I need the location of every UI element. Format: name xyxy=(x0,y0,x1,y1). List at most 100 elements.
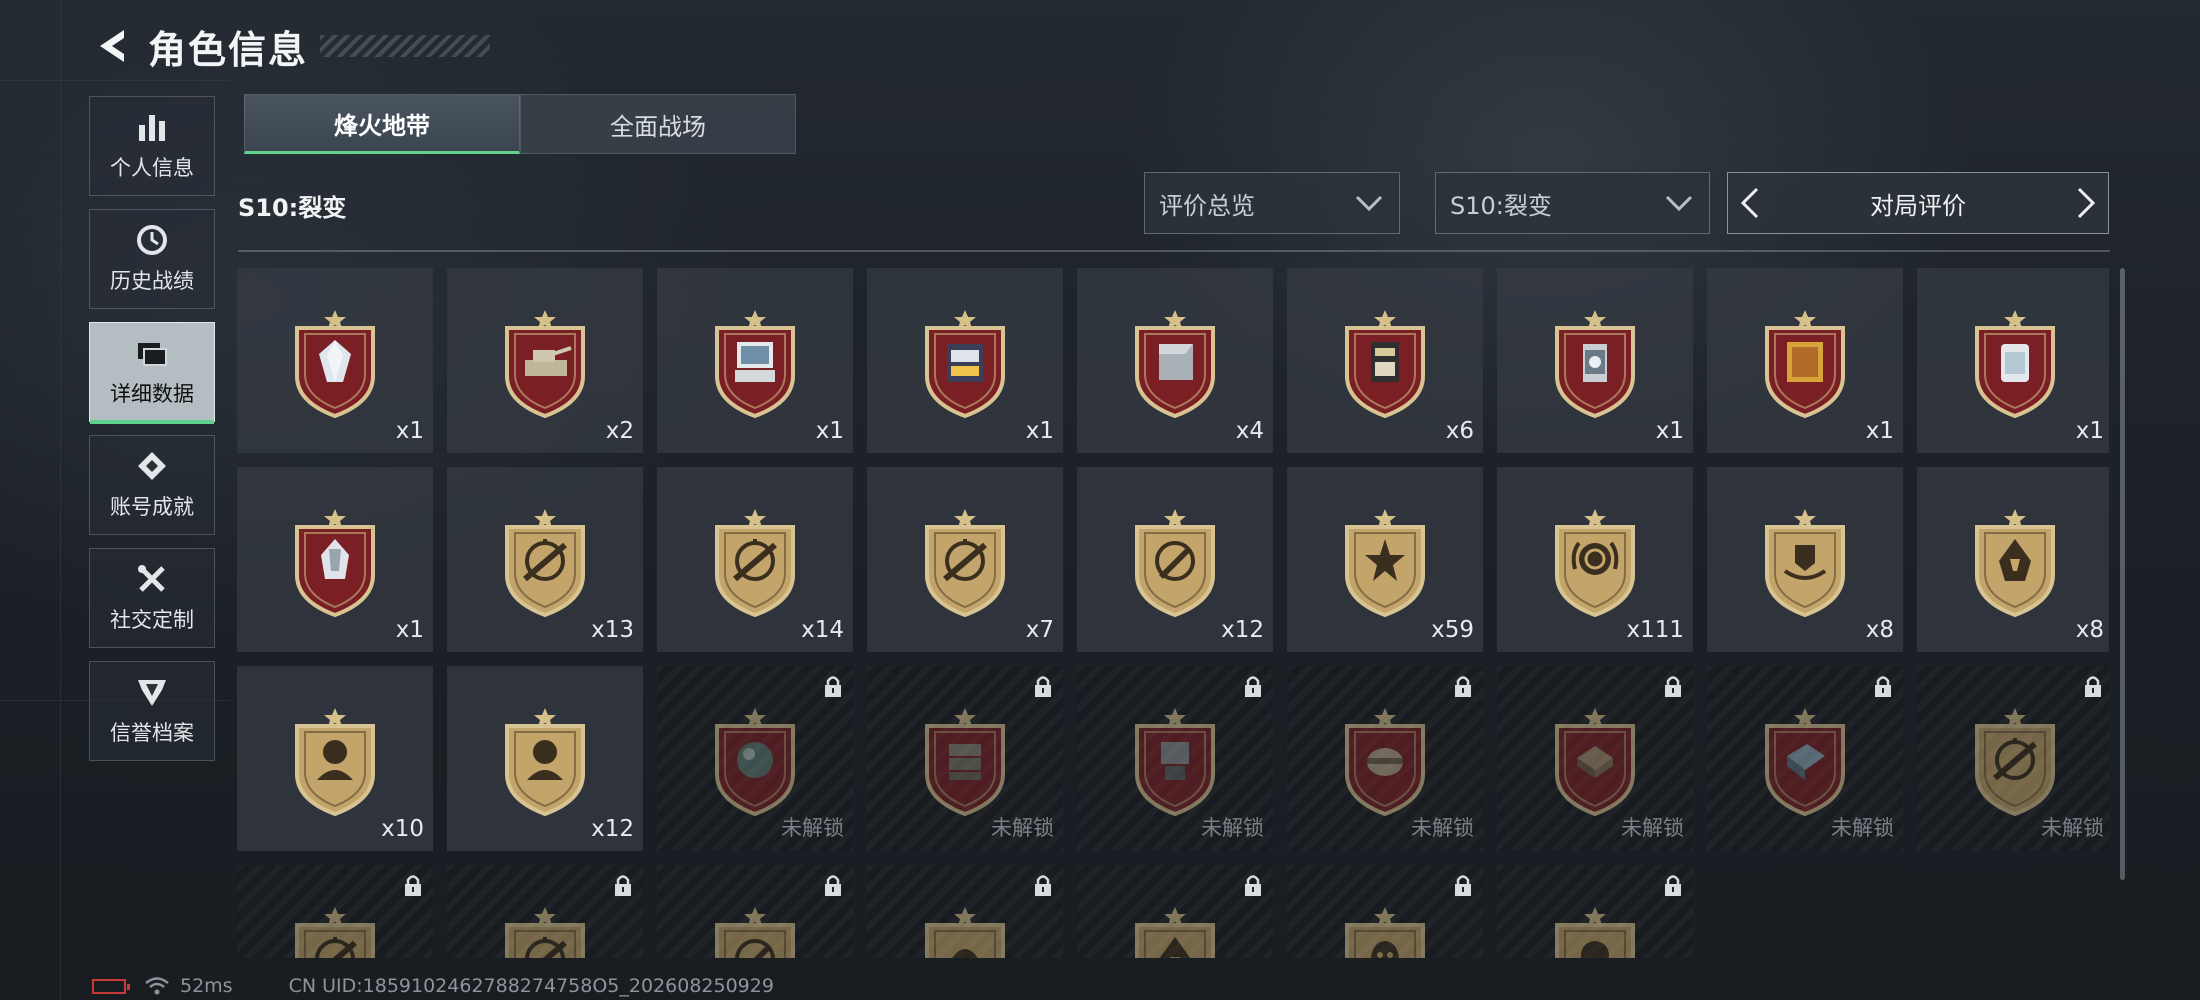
machine-badge-icon xyxy=(1135,708,1215,817)
case-badge-icon xyxy=(1345,708,1425,817)
prev-category-button[interactable] xyxy=(1728,173,1772,233)
star-burst-badge-icon xyxy=(1345,509,1425,618)
hood-badge-icon xyxy=(1975,509,2055,618)
season-dropdown[interactable]: S10:裂变 xyxy=(1435,172,1710,234)
crosshair-rifle-badge-icon xyxy=(715,509,795,618)
badge-cell[interactable]: x8 xyxy=(1707,467,1903,652)
badge-cell[interactable]: x10 xyxy=(237,666,433,851)
badge-cell[interactable]: x59 xyxy=(1287,467,1483,652)
badge-cell-locked[interactable]: 未解锁 xyxy=(867,666,1063,851)
badge-grid-scroll[interactable]: x1 x2 x1 x1 x4 x6 x1 x1 x1 x1 x13 x14 x7 x12 x59 x111 x8… xyxy=(237,268,2109,958)
helmet-badge-icon xyxy=(925,907,1005,958)
lock-icon xyxy=(1875,676,1891,697)
badge-cell-locked[interactable] xyxy=(447,865,643,958)
clock-icon xyxy=(135,223,169,257)
badge-cell-locked[interactable]: 未解锁 xyxy=(1917,666,2109,851)
sidebar-item-match-history[interactable]: 历史战绩 xyxy=(89,209,215,309)
badge-cell-locked[interactable] xyxy=(1287,865,1483,958)
badge-cell[interactable]: x14 xyxy=(657,467,853,652)
badge-cell[interactable]: x1 xyxy=(1497,268,1693,453)
chevron-right-icon xyxy=(2077,187,2096,219)
chessboard-badge-icon xyxy=(1555,708,1635,817)
sidebar-item-reputation[interactable]: 信誉档案 xyxy=(89,661,215,761)
sidebar-item-label: 社交定制 xyxy=(110,608,194,632)
badge-cell[interactable]: x4 xyxy=(1077,268,1273,453)
badge-cell[interactable]: x2 xyxy=(447,268,643,453)
badge-cell-locked[interactable] xyxy=(1497,865,1693,958)
locked-status: 未解锁 xyxy=(781,816,844,840)
badge-cell-locked[interactable] xyxy=(867,865,1063,958)
badge-cell[interactable]: x1 xyxy=(237,467,433,652)
badge-count: x7 xyxy=(1025,617,1054,643)
badge-count: x59 xyxy=(1431,617,1474,643)
crosshair-rifle-badge-icon xyxy=(295,907,375,958)
badge-cell[interactable]: x13 xyxy=(447,467,643,652)
lock-icon xyxy=(1665,875,1681,896)
badge-cell-locked[interactable]: 未解锁 xyxy=(1287,666,1483,851)
badge-count: x4 xyxy=(1235,418,1264,444)
skull-badge-icon xyxy=(1555,907,1635,958)
badge-cell[interactable]: x1 xyxy=(657,268,853,453)
lock-icon xyxy=(825,676,841,697)
crystal-badge-icon xyxy=(295,509,375,618)
badge-count: x6 xyxy=(1445,418,1474,444)
badge-cell[interactable]: x7 xyxy=(867,467,1063,652)
badge-cell-locked[interactable]: 未解锁 xyxy=(1077,666,1273,851)
badge-cell[interactable]: x8 xyxy=(1917,467,2109,652)
badge-cell-locked[interactable] xyxy=(657,865,853,958)
soldier-badge-icon xyxy=(295,708,375,817)
shield-emblem-icon xyxy=(135,675,169,709)
locked-status: 未解锁 xyxy=(1411,816,1474,840)
badge-cell[interactable]: x1 xyxy=(1917,268,2109,453)
orb-badge-icon xyxy=(715,708,795,817)
computer-badge-icon xyxy=(715,310,795,419)
crosshair-knife-badge-icon xyxy=(1135,509,1215,618)
tablet-badge-icon xyxy=(925,310,1005,419)
badge-cell-locked[interactable]: 未解锁 xyxy=(1707,666,1903,851)
bar-chart-icon xyxy=(135,110,169,144)
sidebar-item-social-custom[interactable]: 社交定制 xyxy=(89,548,215,648)
achievement-icon xyxy=(135,449,169,483)
plate-badge-icon xyxy=(1135,310,1215,419)
badge-cell-locked[interactable]: 未解锁 xyxy=(1497,666,1693,851)
badge-count: x1 xyxy=(395,617,424,643)
rating-filter-dropdown[interactable]: 评价总览 xyxy=(1144,172,1400,234)
badge-cell[interactable]: x12 xyxy=(1077,467,1273,652)
tab-hazard-zone[interactable]: 烽火地带 xyxy=(244,94,520,154)
category-label: 对局评价 xyxy=(1870,191,1966,220)
lock-icon xyxy=(825,875,841,896)
divider xyxy=(238,250,2110,252)
locked-status: 未解锁 xyxy=(991,816,1054,840)
back-button[interactable] xyxy=(90,24,134,68)
sidebar-item-personal-info[interactable]: 个人信息 xyxy=(89,96,215,196)
badge-count: x10 xyxy=(381,816,424,842)
sidebar-item-achievements[interactable]: 账号成就 xyxy=(89,435,215,535)
badge-cell-locked[interactable] xyxy=(1077,865,1273,958)
tab-full-battlefield[interactable]: 全面战场 xyxy=(520,94,796,154)
badge-count: x1 xyxy=(2075,418,2104,444)
sidebar-item-detailed-data[interactable]: 详细数据 xyxy=(89,322,215,424)
scrollbar[interactable] xyxy=(2120,268,2125,880)
next-category-button[interactable] xyxy=(2064,173,2108,233)
badge-cell[interactable]: x12 xyxy=(447,666,643,851)
badge-cell[interactable]: x1 xyxy=(237,268,433,453)
capsule-badge-icon xyxy=(1975,310,2055,419)
reactor-badge-icon xyxy=(1555,310,1635,419)
soldier-badge-icon xyxy=(505,708,585,817)
badge-count: x12 xyxy=(1221,617,1264,643)
sidebar-item-label: 历史战绩 xyxy=(110,269,194,293)
crosshair-rifle-badge-icon xyxy=(505,509,585,618)
tank-badge-icon xyxy=(505,310,585,419)
sidebar: 个人信息 历史战绩 详细数据 账号成就 社交定制 信誉档案 xyxy=(89,96,217,774)
badge-cell[interactable]: x111 xyxy=(1497,467,1693,652)
badge-cell-locked[interactable]: 未解锁 xyxy=(657,666,853,851)
status-bar: 52ms CN UID:1859102462788274758O5_202608… xyxy=(92,975,774,997)
crosshair-rifle-badge-icon xyxy=(1975,708,2055,817)
badge-cell-locked[interactable] xyxy=(237,865,433,958)
badge-cell[interactable]: x1 xyxy=(867,268,1063,453)
badge-count: x111 xyxy=(1626,617,1684,643)
lock-icon xyxy=(1665,676,1681,697)
badge-cell[interactable]: x1 xyxy=(1707,268,1903,453)
category-pager: 对局评价 xyxy=(1727,172,2109,234)
badge-cell[interactable]: x6 xyxy=(1287,268,1483,453)
